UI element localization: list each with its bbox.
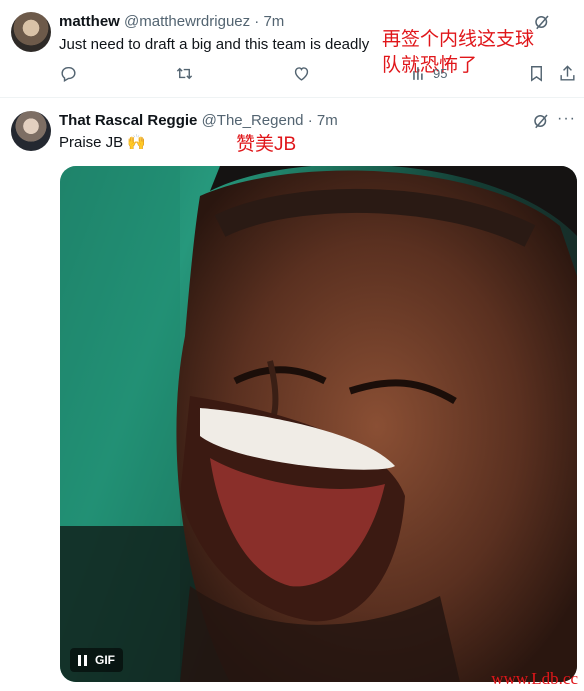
retweet-icon bbox=[176, 67, 193, 80]
pause-icon[interactable] bbox=[78, 654, 87, 666]
gif-media[interactable]: GIF bbox=[60, 166, 577, 682]
timestamp[interactable]: 7m bbox=[263, 13, 284, 30]
display-name[interactable]: matthew bbox=[59, 13, 120, 30]
grok-icon[interactable] bbox=[533, 13, 551, 31]
handle[interactable]: @The_Regend bbox=[202, 112, 304, 129]
views-button[interactable]: 95 bbox=[410, 64, 447, 83]
tweet-matthew[interactable]: matthew @matthewrdriguez · 7m Just need … bbox=[0, 0, 584, 98]
tweet-header: That Rascal Reggie @The_Regend · 7m bbox=[59, 112, 338, 130]
tweet-header: matthew @matthewrdriguez · 7m bbox=[59, 13, 284, 31]
like-button[interactable] bbox=[292, 64, 311, 83]
share-icon bbox=[560, 65, 575, 81]
timestamp[interactable]: 7m bbox=[317, 112, 338, 129]
retweet-button[interactable] bbox=[175, 64, 194, 83]
views-icon bbox=[413, 67, 423, 80]
annotation-text: 赞美JB bbox=[236, 134, 297, 155]
more-icon[interactable]: ··· bbox=[557, 110, 576, 128]
action-bar: 95 bbox=[0, 64, 584, 88]
bookmark-icon bbox=[531, 66, 542, 82]
timeline: matthew @matthewrdriguez · 7m Just need … bbox=[0, 0, 584, 691]
grok-icon[interactable] bbox=[532, 112, 550, 130]
share-button[interactable] bbox=[558, 64, 577, 83]
annotation-text: 再签个内线这支球 bbox=[382, 29, 535, 50]
display-name[interactable]: That Rascal Reggie bbox=[59, 112, 197, 129]
bookmark-button[interactable] bbox=[527, 64, 546, 83]
separator-dot: · bbox=[254, 13, 260, 30]
watermark: www.Ldb.cc bbox=[491, 669, 578, 688]
avatar[interactable] bbox=[11, 111, 51, 151]
gif-controls[interactable]: GIF bbox=[70, 648, 123, 672]
handle[interactable]: @matthewrdriguez bbox=[124, 13, 250, 30]
reply-icon bbox=[61, 67, 76, 83]
views-count: 95 bbox=[433, 66, 448, 81]
tweet-text: Just need to draft a big and this team i… bbox=[59, 36, 370, 53]
gif-image bbox=[60, 166, 577, 682]
separator-dot: · bbox=[307, 112, 313, 129]
gif-label: GIF bbox=[95, 653, 115, 667]
avatar[interactable] bbox=[11, 12, 51, 52]
reply-button[interactable] bbox=[59, 64, 78, 83]
tweet-text: Praise JB 🙌 bbox=[59, 134, 147, 151]
like-icon bbox=[294, 67, 309, 81]
